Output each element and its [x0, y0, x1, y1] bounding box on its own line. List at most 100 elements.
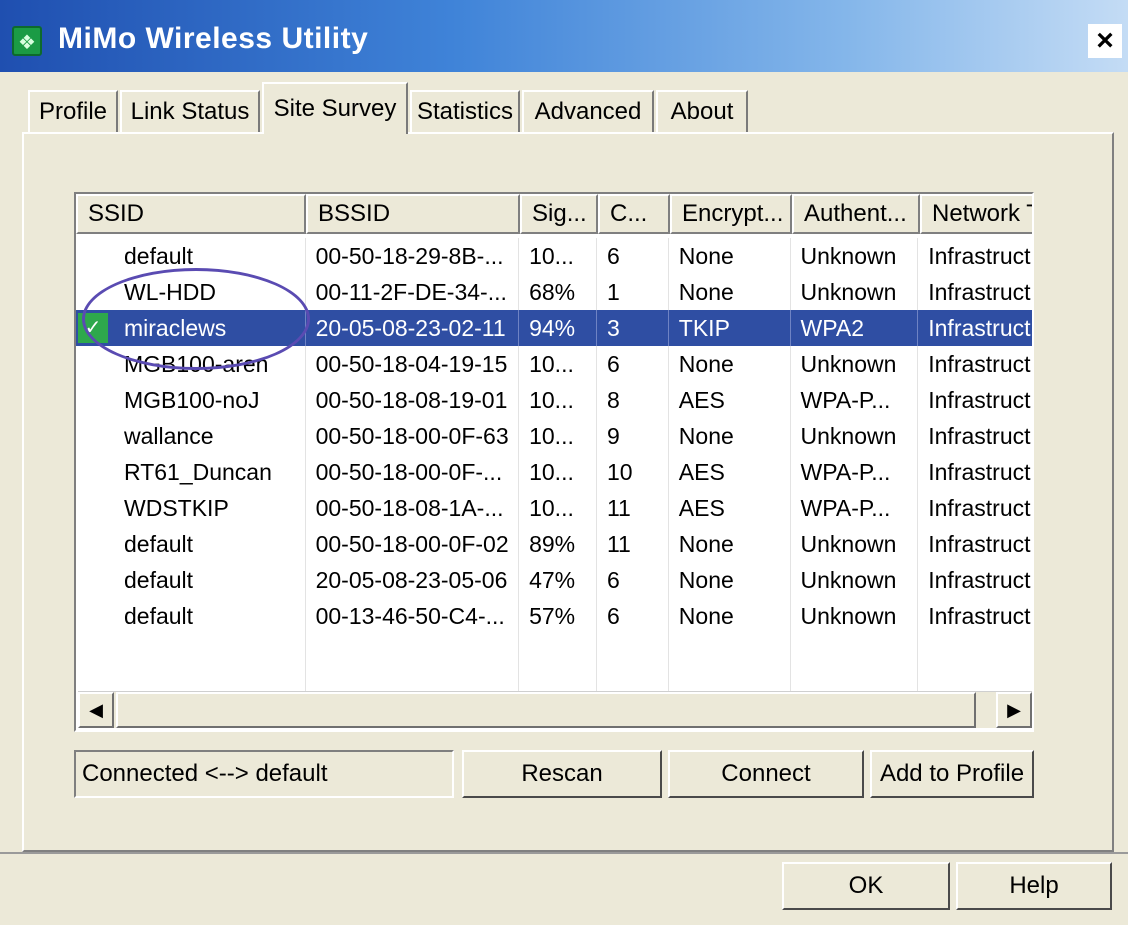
- cell-encryption: None: [669, 598, 791, 634]
- cell-encryption: TKIP: [669, 310, 791, 346]
- cell-ssid: WL-HDD: [76, 274, 306, 310]
- empty-cell: [306, 634, 520, 670]
- cell-network-type: Infrastruct...: [918, 382, 1032, 418]
- empty-cell: [519, 634, 597, 670]
- cell-ssid: miraclews: [76, 310, 306, 346]
- cell-network-type: Infrastruct...: [918, 274, 1032, 310]
- cell-bssid: 20-05-08-23-05-06: [306, 562, 520, 598]
- table-row[interactable]: wallance 00-50-18-00-0F-63 10... 9 None Unkno…: [76, 418, 1032, 454]
- cell-network-type: Infrastruct...: [918, 562, 1032, 598]
- cell-channel: 3: [597, 310, 669, 346]
- cell-channel: 6: [597, 346, 669, 382]
- table-row[interactable]: RT61_Duncan 00-50-18-00-0F-... 10... 10 AES W…: [76, 454, 1032, 490]
- wireless-utility-icon: ❖: [12, 26, 42, 56]
- cell-authentication: WPA2: [791, 310, 919, 346]
- connect-button[interactable]: Connect: [668, 750, 864, 798]
- cell-encryption: None: [669, 562, 791, 598]
- cell-authentication: Unknown: [791, 238, 919, 274]
- column-header-channel[interactable]: C...: [598, 194, 670, 234]
- cell-bssid: 00-50-18-00-0F-63: [306, 418, 520, 454]
- cell-bssid: 00-50-18-08-1A-...: [306, 490, 520, 526]
- cell-encryption: None: [669, 526, 791, 562]
- table-row[interactable]: MGB100-noJ 00-50-18-08-19-01 10... 8 AES WPA-…: [76, 382, 1032, 418]
- column-header-network-type[interactable]: Network T...: [920, 194, 1032, 234]
- table-row[interactable]: default 00-50-18-29-8B-... 10... 6 None Unkno…: [76, 238, 1032, 274]
- column-header-authentication[interactable]: Authent...: [792, 194, 920, 234]
- column-header-ssid[interactable]: SSID: [76, 194, 306, 234]
- tab-statistics[interactable]: Statistics: [410, 90, 520, 132]
- cell-channel: 6: [597, 238, 669, 274]
- window-title: MiMo Wireless Utility: [58, 22, 369, 55]
- column-header-encryption[interactable]: Encrypt...: [670, 194, 792, 234]
- cell-network-type: Infrastruct...: [918, 346, 1032, 382]
- scroll-thumb[interactable]: [116, 692, 976, 728]
- cell-authentication: Unknown: [791, 346, 919, 382]
- cell-network-type: Infrastruct...: [918, 598, 1032, 634]
- add-to-profile-button[interactable]: Add to Profile: [870, 750, 1034, 798]
- cell-bssid: 00-50-18-04-19-15: [306, 346, 520, 382]
- cell-bssid: 20-05-08-23-02-11: [306, 310, 520, 346]
- close-button[interactable]: ×: [1088, 24, 1122, 58]
- cell-authentication: Unknown: [791, 562, 919, 598]
- cell-ssid: RT61_Duncan: [76, 454, 306, 490]
- cell-authentication: WPA-P...: [791, 382, 919, 418]
- cell-ssid: WDSTKIP: [76, 490, 306, 526]
- scroll-right-icon[interactable]: ▶: [996, 692, 1032, 728]
- cell-bssid: 00-13-46-50-C4-...: [306, 598, 520, 634]
- empty-cell: [918, 634, 1032, 670]
- empty-row: [76, 634, 1032, 670]
- title-bar[interactable]: ❖ MiMo Wireless Utility ×: [0, 0, 1128, 72]
- tab-profile[interactable]: Profile: [28, 90, 118, 132]
- rescan-button[interactable]: Rescan: [462, 750, 662, 798]
- cell-authentication: Unknown: [791, 526, 919, 562]
- column-header-bssid[interactable]: BSSID: [306, 194, 520, 234]
- table-row[interactable]: ✓ miraclews 20-05-08-23-02-11 94% 3 TKIP WPA2 I…: [76, 310, 1032, 346]
- wireless-utility-window: ❖ MiMo Wireless Utility × Profile Link S…: [0, 0, 1128, 925]
- cell-ssid: default: [76, 562, 306, 598]
- empty-cell: [791, 634, 919, 670]
- cell-network-type: Infrastruct...: [918, 454, 1032, 490]
- cell-bssid: 00-50-18-00-0F-...: [306, 454, 520, 490]
- table-row[interactable]: default 00-50-18-00-0F-02 89% 11 None Unknown…: [76, 526, 1032, 562]
- list-header: SSID BSSID Sig... C... Encrypt... Authen…: [76, 194, 1032, 236]
- footer-divider: [0, 852, 1128, 854]
- scroll-left-icon[interactable]: ◀: [78, 692, 114, 728]
- ok-button[interactable]: OK: [782, 862, 950, 910]
- table-row[interactable]: default 00-13-46-50-C4-... 57% 6 None Unknown…: [76, 598, 1032, 634]
- cell-authentication: Unknown: [791, 274, 919, 310]
- cell-signal: 47%: [519, 562, 597, 598]
- cell-network-type: Infrastruct...: [918, 526, 1032, 562]
- cell-signal: 94%: [519, 310, 597, 346]
- cell-network-type: Infrastruct...: [918, 310, 1032, 346]
- cell-signal: 10...: [519, 490, 597, 526]
- cell-ssid: default: [76, 598, 306, 634]
- tab-about[interactable]: About: [656, 90, 748, 132]
- cell-bssid: 00-50-18-08-19-01: [306, 382, 520, 418]
- cell-signal: 10...: [519, 418, 597, 454]
- cell-ssid: wallance: [76, 418, 306, 454]
- tab-link-status[interactable]: Link Status: [120, 90, 260, 132]
- table-row[interactable]: MGB100-aren 00-50-18-04-19-15 10... 6 None Un…: [76, 346, 1032, 382]
- cell-network-type: Infrastruct...: [918, 418, 1032, 454]
- tab-site-survey[interactable]: Site Survey: [262, 82, 408, 134]
- site-survey-list[interactable]: SSID BSSID Sig... C... Encrypt... Authen…: [74, 192, 1034, 732]
- cell-channel: 11: [597, 526, 669, 562]
- connection-status: Connected <--> default: [74, 750, 454, 798]
- cell-network-type: Infrastruct...: [918, 238, 1032, 274]
- cell-bssid: 00-50-18-29-8B-...: [306, 238, 520, 274]
- horizontal-scrollbar[interactable]: ◀ ▶: [78, 691, 1032, 728]
- table-row[interactable]: WL-HDD 00-11-2F-DE-34-... 68% 1 None Unknown I…: [76, 274, 1032, 310]
- empty-cell: [669, 634, 791, 670]
- cell-authentication: WPA-P...: [791, 490, 919, 526]
- cell-ssid: MGB100-aren: [76, 346, 306, 382]
- cell-channel: 9: [597, 418, 669, 454]
- column-header-signal[interactable]: Sig...: [520, 194, 598, 234]
- cell-channel: 6: [597, 598, 669, 634]
- help-button[interactable]: Help: [956, 862, 1112, 910]
- table-row[interactable]: WDSTKIP 00-50-18-08-1A-... 10... 11 AES WPA-P…: [76, 490, 1032, 526]
- empty-cell: [76, 634, 306, 670]
- tab-advanced[interactable]: Advanced: [522, 90, 654, 132]
- cell-ssid: default: [76, 526, 306, 562]
- table-row[interactable]: default 20-05-08-23-05-06 47% 6 None Unknown I…: [76, 562, 1032, 598]
- cell-ssid: default: [76, 238, 306, 274]
